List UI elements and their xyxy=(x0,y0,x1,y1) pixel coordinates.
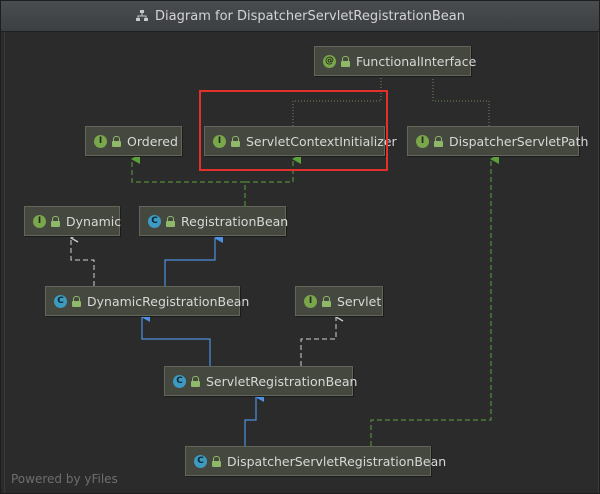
edge-drb-dynamic xyxy=(71,238,95,286)
node-servlet[interactable]: I Servlet xyxy=(295,286,383,316)
interface-icon: I xyxy=(94,134,107,148)
node-dispatcher-servlet-registration-bean[interactable]: C DispatcherServletRegistrationBean xyxy=(185,446,446,476)
edge-regbean-sci xyxy=(244,154,301,206)
edge-regbean-ordered xyxy=(131,154,246,206)
node-dispatcher-servlet-path[interactable]: I DispatcherServletPath xyxy=(407,126,588,156)
lock-icon xyxy=(231,135,240,147)
interface-icon: I xyxy=(304,294,317,308)
lock-icon xyxy=(166,215,175,227)
node-label: DispatcherServletPath xyxy=(449,133,589,149)
lock-icon xyxy=(341,55,350,67)
lock-icon xyxy=(112,135,121,147)
window-title: Diagram for DispatcherServletRegistratio… xyxy=(155,8,465,24)
node-registration-bean[interactable]: C RegistrationBean xyxy=(139,206,289,236)
node-functional-interface[interactable]: @ FunctionalInterface xyxy=(314,46,476,76)
edge-drb-regbean xyxy=(164,233,223,286)
title-bar: Diagram for DispatcherServletRegistratio… xyxy=(1,1,599,32)
diagram-window: Diagram for DispatcherServletRegistratio… xyxy=(0,0,600,494)
node-label: DispatcherServletRegistrationBean xyxy=(227,453,447,469)
node-label: DynamicRegistrationBean xyxy=(87,293,250,309)
interface-icon: I xyxy=(416,134,429,148)
edge-dsrb-srb xyxy=(244,392,264,446)
class-icon: C xyxy=(194,454,207,468)
powered-by-footer: Powered by yFiles xyxy=(11,472,118,486)
abstract-class-icon: C xyxy=(54,294,67,308)
node-label: ServletRegistrationBean xyxy=(206,373,358,389)
node-servlet-context-initializer[interactable]: I ServletContextInitializer xyxy=(204,126,397,156)
node-dynamic[interactable]: I Dynamic xyxy=(24,206,122,236)
diagram-canvas[interactable]: @ FunctionalInterface I Ordered I Servle… xyxy=(4,32,599,493)
lock-icon xyxy=(191,375,200,387)
interface-icon: I xyxy=(213,134,226,148)
edge-dsrb-dsp xyxy=(370,154,499,446)
hierarchy-icon xyxy=(136,10,149,21)
abstract-class-icon: C xyxy=(148,214,161,228)
edge-srb-drb xyxy=(141,312,211,366)
node-label: Servlet xyxy=(337,293,382,309)
annotation-icon: @ xyxy=(323,54,336,68)
node-servlet-registration-bean[interactable]: C ServletRegistrationBean xyxy=(164,366,357,396)
edge-sci-functional xyxy=(292,77,382,132)
node-label: Dynamic xyxy=(66,213,122,229)
lock-icon xyxy=(72,295,81,307)
node-dynamic-registration-bean[interactable]: C DynamicRegistrationBean xyxy=(45,286,249,316)
lock-icon xyxy=(51,215,60,227)
edges-layer xyxy=(5,77,499,446)
node-label: FunctionalInterface xyxy=(356,53,477,69)
interface-icon: I xyxy=(33,214,46,228)
node-ordered[interactable]: I Ordered xyxy=(85,126,182,156)
edge-srb-servlet xyxy=(300,317,336,366)
lock-icon xyxy=(322,295,331,307)
edge-dsp-functional xyxy=(432,77,490,132)
node-label: Ordered xyxy=(127,133,178,149)
node-label: RegistrationBean xyxy=(181,213,289,229)
class-icon: C xyxy=(173,374,186,388)
node-label: ServletContextInitializer xyxy=(246,133,397,149)
lock-icon xyxy=(212,455,221,467)
lock-icon xyxy=(434,135,443,147)
